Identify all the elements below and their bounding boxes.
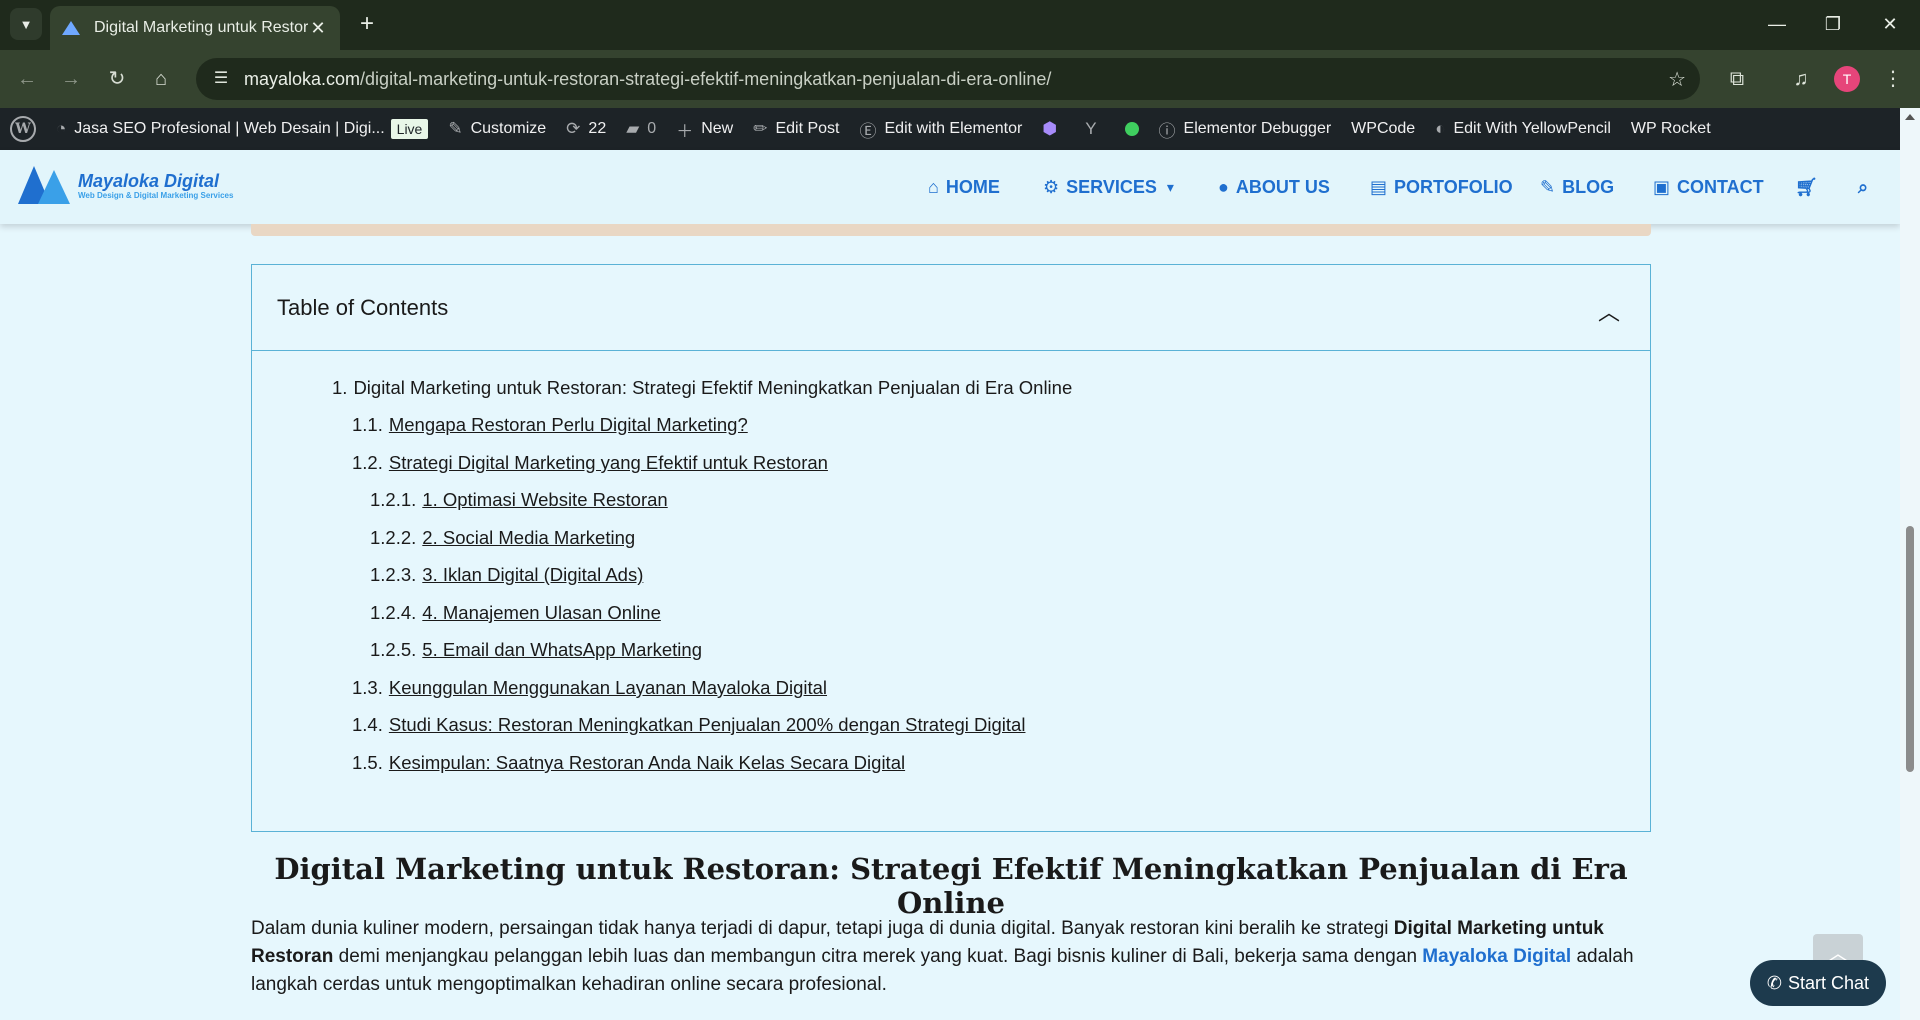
toc-item[interactable]: 1.2.2. 2. Social Media Marketing [370, 527, 635, 549]
start-chat-button[interactable]: ✆ Start Chat [1750, 960, 1886, 1006]
new-tab-button[interactable]: + [352, 10, 382, 40]
user-icon: ● [1218, 176, 1229, 197]
back-icon[interactable]: ← [12, 64, 42, 94]
menu-contact[interactable]: ▣ CONTACT [1653, 150, 1764, 224]
toc-item[interactable]: 1.1. Mengapa Restoran Perlu Digital Marke… [352, 414, 748, 436]
admin-plugin-badge[interactable]: ⬢ [1032, 108, 1075, 150]
gear-icon: ⚙ [1043, 176, 1060, 197]
tab-search-button[interactable]: ▼ [10, 8, 42, 40]
site-header: Mayaloka Digital Web Design & Digital Ma… [0, 150, 1900, 224]
table-of-contents: Table of Contents ︿ 1. Digital Marketing … [251, 264, 1651, 832]
chevron-down-icon: ▼ [19, 16, 33, 32]
admin-comments[interactable]: ▰ 0 [616, 108, 666, 150]
admin-status-dot [1115, 108, 1149, 150]
home-icon: ⌂ [928, 176, 939, 197]
logo-name: Mayaloka Digital [78, 170, 220, 191]
whatsapp-icon: ✆ [1766, 972, 1783, 993]
admin-updates[interactable]: ⟳ 22 [556, 108, 616, 150]
toc-item[interactable]: 1.2. Strategi Digital Marketing yang Efek… [352, 452, 828, 474]
yoast-icon: Y [1085, 119, 1097, 138]
brush-icon: ✎ [448, 119, 463, 138]
toc-item[interactable]: 1.2.4. 4. Manajemen Ulasan Online [370, 602, 661, 624]
toc-item[interactable]: 1. Digital Marketing untuk Restoran: Stra… [332, 377, 1072, 399]
elementor-icon: Ⓔ [859, 121, 877, 141]
article-title: Digital Marketing untuk Restoran: Strate… [274, 852, 1628, 920]
logo-mark-icon [18, 166, 72, 204]
forward-icon[interactable]: → [56, 64, 86, 94]
admin-edit-post[interactable]: ✏ Edit Post [743, 108, 849, 150]
featured-image-edge [251, 224, 1651, 236]
media-controls-icon[interactable]: ♫ [1786, 64, 1816, 94]
menu-services[interactable]: ⚙ SERVICES ▾ [1043, 150, 1174, 224]
scroll-up-arrow-icon[interactable] [1905, 114, 1915, 120]
bookmark-star-icon[interactable]: ☆ [1668, 67, 1686, 92]
search-icon[interactable]: ⌕ [1858, 150, 1868, 224]
chevron-down-icon: ▾ [1166, 178, 1174, 195]
browser-tab-strip: ▼ Digital Marketing untuk Restoran ✕ + —… [0, 0, 1920, 50]
wp-admin-bar: W ◔ Jasa SEO Profesional | Web Desain | … [0, 108, 1920, 150]
admin-yoast[interactable]: Y [1075, 108, 1114, 150]
chevron-up-icon[interactable]: ︿ [1598, 295, 1620, 327]
menu-portfolio[interactable]: ▤ PORTOFOLIO [1370, 150, 1513, 224]
info-icon: ⓘ [1158, 121, 1176, 141]
url-text[interactable]: mayaloka.com/digital-marketing-untuk-res… [244, 69, 1051, 90]
menu-about[interactable]: ● ABOUT US [1218, 150, 1330, 224]
live-badge: Live [390, 119, 429, 139]
reload-icon[interactable]: ↻ [102, 64, 132, 94]
plugin-hexagon-icon: ⬢ [1042, 119, 1058, 138]
admin-wprocket[interactable]: WP Rocket [1621, 108, 1721, 150]
tab-title: Digital Marketing untuk Restoran [94, 19, 308, 36]
address-bar[interactable]: ☰ mayaloka.com/digital-marketing-untuk-r… [196, 58, 1700, 100]
menu-blog[interactable]: ✎ BLOG [1540, 150, 1614, 224]
toc-item[interactable]: 1.5. Kesimpulan: Saatnya Restoran Anda Na… [352, 752, 905, 774]
admin-edit-elementor[interactable]: Ⓔ Edit with Elementor [850, 108, 1033, 150]
status-dot-icon [1124, 122, 1139, 136]
admin-new[interactable]: ＋ New [666, 108, 743, 150]
site-logo[interactable]: Mayaloka Digital Web Design & Digital Ma… [18, 166, 233, 204]
toc-item[interactable]: 1.2.3. 3. Iklan Digital (Digital Ads) [370, 564, 643, 586]
toc-item[interactable]: 1.4. Studi Kasus: Restoran Meningkatkan P… [352, 714, 1025, 736]
browser-tab[interactable]: Digital Marketing untuk Restoran ✕ [50, 6, 340, 50]
extensions-icon[interactable]: ⧉ [1722, 64, 1752, 94]
browser-menu-icon[interactable]: ⋮ [1878, 64, 1908, 94]
admin-site-name[interactable]: ◔ Jasa SEO Profesional | Web Desain | Di… [46, 108, 438, 150]
profile-avatar[interactable]: T [1834, 66, 1860, 92]
toc-item[interactable]: 1.2.5. 5. Email dan WhatsApp Marketing [370, 639, 702, 661]
toc-item[interactable]: 1.2.1. 1. Optimasi Website Restoran [370, 489, 668, 511]
site-settings-icon[interactable]: ☰ [210, 68, 232, 90]
toc-item[interactable]: 1.3. Keunggulan Menggunakan Layanan Mayal… [352, 677, 827, 699]
mayaloka-link[interactable]: Mayaloka Digital [1422, 946, 1571, 967]
yellowpencil-icon: ◐ [1435, 119, 1446, 138]
admin-yellowpencil[interactable]: ◐ Edit With YellowPencil [1425, 108, 1621, 150]
admin-customize[interactable]: ✎ Customize [438, 108, 556, 150]
restore-icon[interactable]: ❐ [1813, 8, 1853, 40]
plus-icon: ＋ [676, 121, 694, 141]
admin-wpcode[interactable]: WPCode [1341, 108, 1425, 150]
dashboard-icon: ◔ [56, 119, 67, 138]
contact-card-icon: ▣ [1653, 176, 1671, 197]
menu-home[interactable]: ⌂ HOME [928, 150, 1000, 224]
scrollbar-thumb[interactable] [1906, 526, 1914, 772]
pencil-icon: ✏ [753, 119, 768, 138]
browser-toolbar: ← → ↻ ⌂ ☰ mayaloka.com/digital-marketing… [0, 50, 1920, 108]
home-icon[interactable]: ⌂ [146, 64, 176, 94]
updates-icon: ⟳ [566, 119, 581, 138]
article-paragraph: Dalam dunia kuliner modern, persaingan t… [251, 918, 1634, 995]
edit-icon: ✎ [1540, 176, 1556, 197]
site-favicon-icon [62, 21, 80, 35]
comment-icon: ▰ [626, 119, 640, 138]
cart-icon[interactable]: 🛒︎ [1795, 150, 1818, 224]
portfolio-icon: ▤ [1370, 176, 1388, 197]
logo-tagline: Web Design & Digital Marketing Services [78, 190, 234, 200]
admin-elementor-debugger[interactable]: ⓘ Elementor Debugger [1149, 108, 1342, 150]
close-window-icon[interactable]: ✕ [1870, 8, 1910, 40]
toc-header[interactable]: Table of Contents [252, 265, 1650, 351]
wp-logo-menu[interactable]: W [0, 108, 46, 150]
page-scrollbar[interactable] [1900, 108, 1920, 1020]
close-tab-icon[interactable]: ✕ [308, 18, 328, 39]
wordpress-icon: W [10, 116, 36, 142]
minimize-icon[interactable]: — [1757, 8, 1797, 40]
